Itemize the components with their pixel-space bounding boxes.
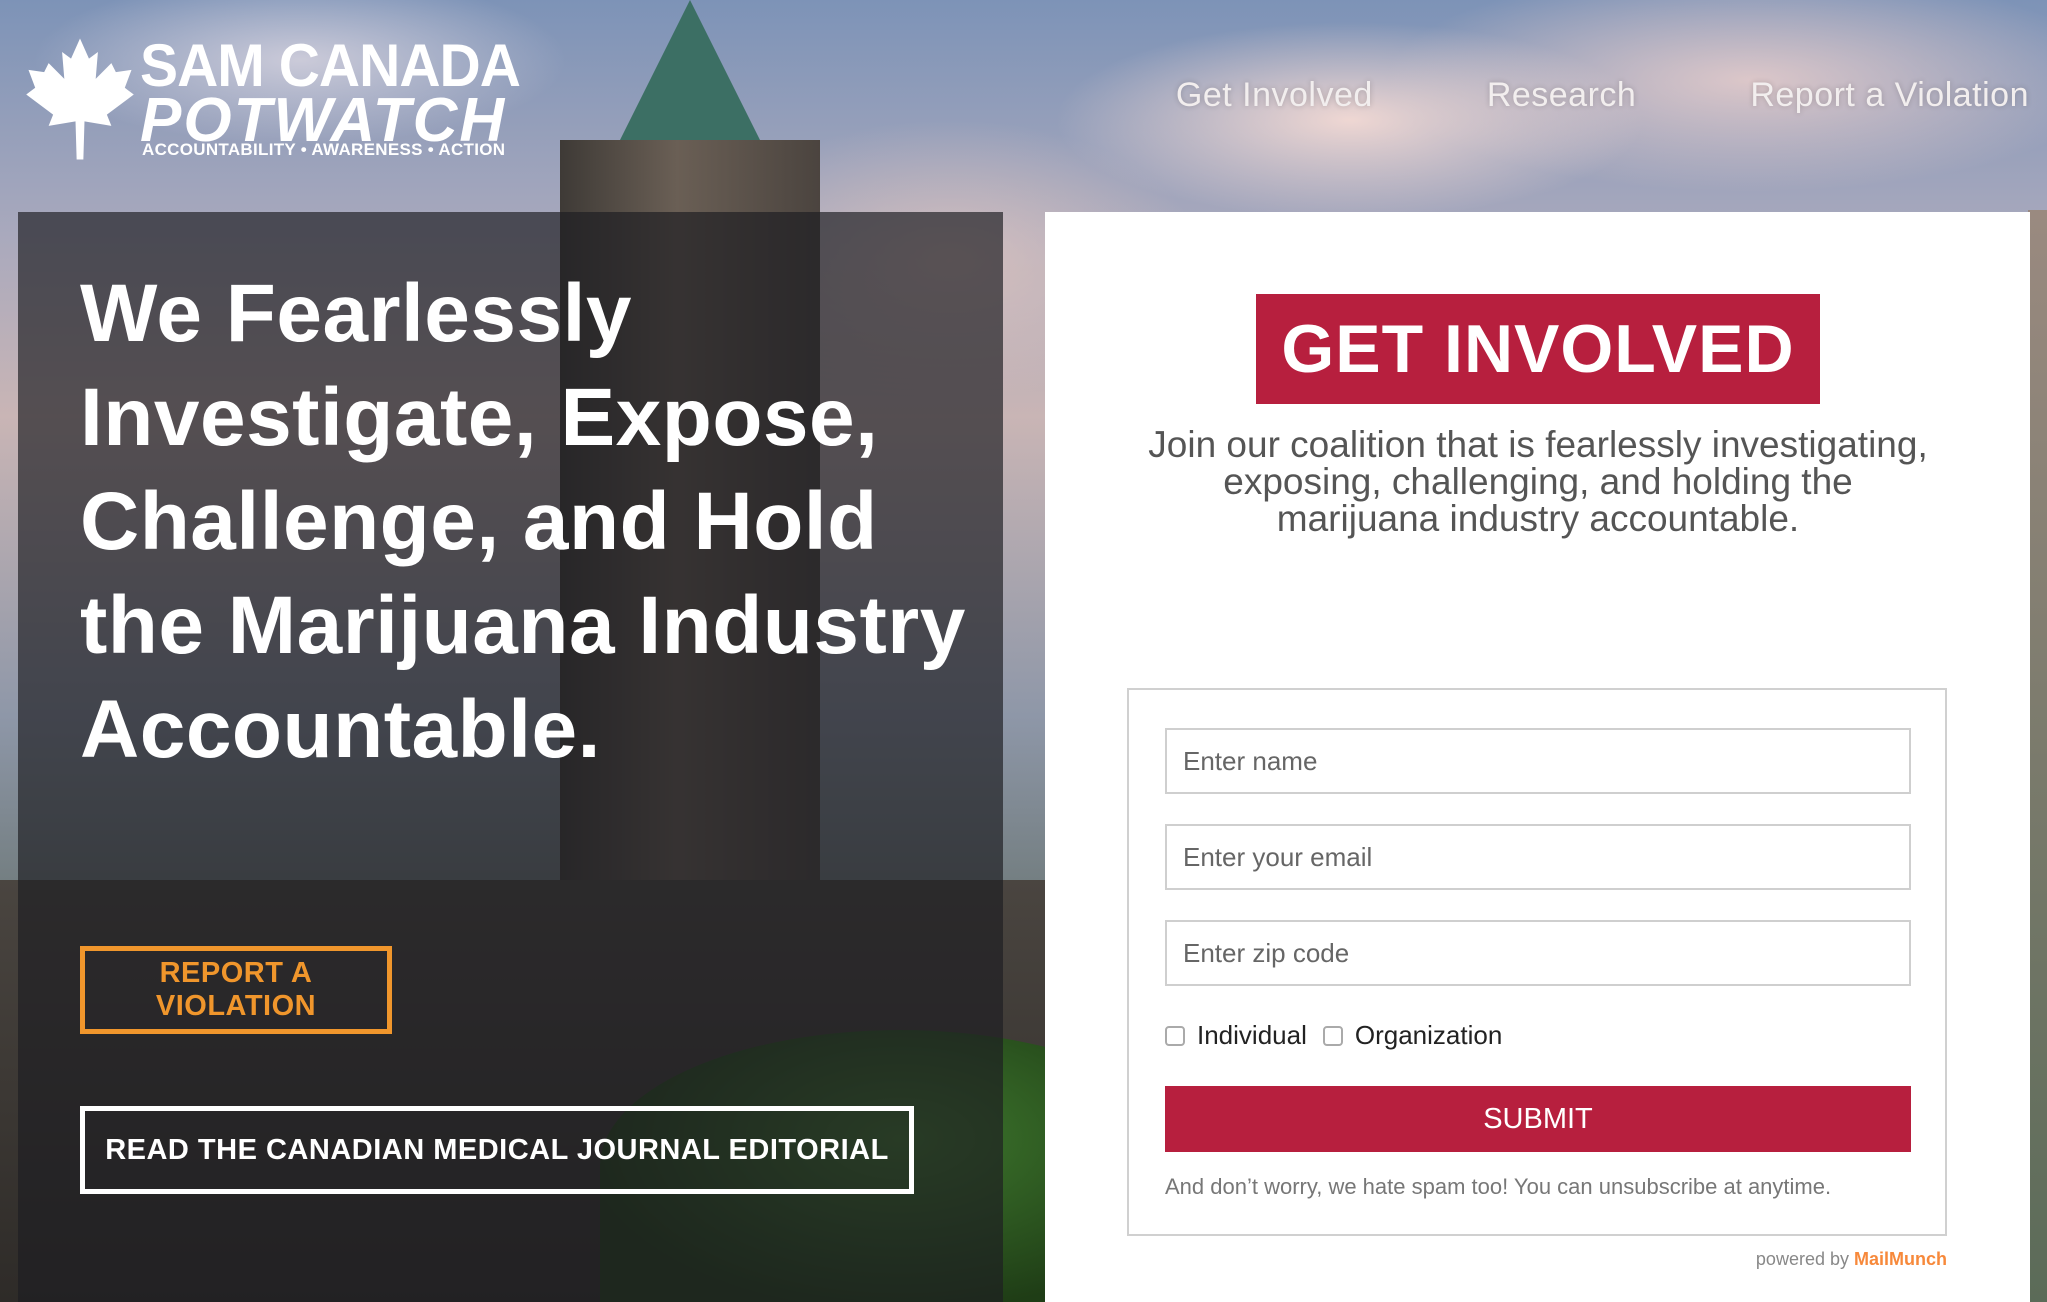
mailmunch-brand: MailMunch bbox=[1854, 1249, 1947, 1269]
type-checkboxes: Individual Organization bbox=[1165, 1020, 1518, 1051]
signup-form: Individual Organization SUBMIT And don’t… bbox=[1127, 688, 1947, 1236]
hero-title: We Fearlessly Investigate, Expose, Chall… bbox=[80, 268, 966, 775]
site-logo[interactable]: SAM CANADA POTWATCH ACCOUNTABILITY • AWA… bbox=[24, 36, 521, 166]
get-involved-badge: GET INVOLVED bbox=[1256, 294, 1820, 404]
individual-label: Individual bbox=[1197, 1020, 1307, 1050]
organization-checkbox[interactable] bbox=[1322, 1025, 1343, 1046]
spam-note: And don’t worry, we hate spam too! You c… bbox=[1165, 1174, 1832, 1199]
individual-option[interactable]: Individual bbox=[1165, 1020, 1307, 1051]
nav-report-violation[interactable]: Report a Violation bbox=[1750, 76, 2029, 115]
organization-option[interactable]: Organization bbox=[1322, 1020, 1503, 1051]
report-violation-button[interactable]: REPORT A VIOLATION bbox=[80, 946, 392, 1034]
editorial-button[interactable]: READ THE CANADIAN MEDICAL JOURNAL EDITOR… bbox=[80, 1106, 914, 1194]
logo-tagline: ACCOUNTABILITY • AWARENESS • ACTION bbox=[142, 140, 506, 159]
hero-panel: We Fearlessly Investigate, Expose, Chall… bbox=[18, 212, 1003, 1302]
zip-input[interactable] bbox=[1165, 920, 1911, 986]
organization-label: Organization bbox=[1354, 1020, 1503, 1050]
signup-panel: GET INVOLVED Join our coalition that is … bbox=[1045, 212, 2030, 1302]
submit-button[interactable]: SUBMIT bbox=[1165, 1086, 1911, 1152]
powered-prefix: powered by bbox=[1755, 1249, 1849, 1269]
site-header: SAM CANADA POTWATCH ACCOUNTABILITY • AWA… bbox=[0, 0, 2047, 212]
email-input[interactable] bbox=[1165, 824, 1911, 890]
nav-get-involved[interactable]: Get Involved bbox=[1176, 76, 1373, 115]
powered-by[interactable]: powered by MailMunch bbox=[1756, 1249, 1947, 1270]
main-nav: Get Involved Research Report a Violation bbox=[1176, 76, 2029, 115]
background-edge bbox=[2028, 210, 2047, 1302]
maple-leaf-icon bbox=[26, 38, 134, 160]
nav-research[interactable]: Research bbox=[1487, 76, 1637, 115]
signup-description: Join our coalition that is fearlessly in… bbox=[1148, 424, 1928, 539]
individual-checkbox[interactable] bbox=[1165, 1025, 1185, 1046]
name-input[interactable] bbox=[1165, 728, 1911, 794]
